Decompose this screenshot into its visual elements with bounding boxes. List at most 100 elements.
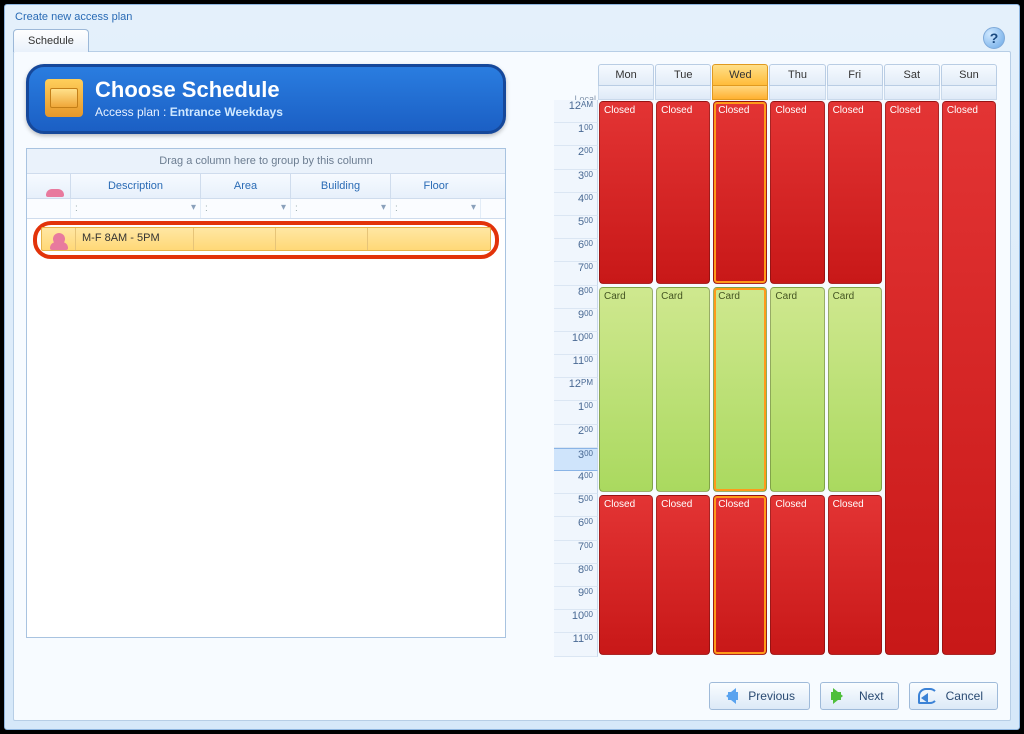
arrow-left-icon [718, 688, 740, 704]
segment-closed[interactable]: Closed [770, 101, 824, 284]
time-row: 400 [554, 193, 598, 216]
day-subheader [941, 86, 997, 100]
segment-card[interactable]: Card [713, 287, 767, 493]
day-column-tue[interactable]: ClosedCardClosed [655, 100, 711, 657]
calendar: Local MonTueWedThuFriSatSun 12AM10020030… [554, 64, 998, 657]
time-row: 12PM [554, 378, 598, 401]
time-row: 500 [554, 216, 598, 239]
segment-closed[interactable]: Closed [942, 101, 996, 655]
day-column-fri[interactable]: ClosedCardClosed [827, 100, 883, 657]
col-building[interactable]: Building [291, 174, 391, 198]
segment-closed[interactable]: Closed [885, 101, 939, 655]
col-area[interactable]: Area [201, 174, 291, 198]
day-subheader [884, 86, 940, 100]
calendar-day-header: MonTueWedThuFriSatSun [598, 64, 998, 86]
person-icon [53, 233, 65, 245]
filter-floor[interactable]: :▾ [391, 199, 481, 218]
row-icon [42, 228, 76, 250]
day-subheader [769, 86, 825, 100]
day-header-sun[interactable]: Sun [941, 64, 997, 86]
page-title: Choose Schedule [95, 77, 283, 103]
header-pill: Choose Schedule Access plan : Entrance W… [26, 64, 506, 134]
segment-closed[interactable]: Closed [656, 101, 710, 284]
day-subheader [655, 86, 711, 100]
col-floor[interactable]: Floor [391, 174, 481, 198]
arrow-right-icon [829, 688, 851, 704]
undo-icon [918, 688, 938, 704]
right-pane: Local MonTueWedThuFriSatSun 12AM10020030… [554, 64, 998, 710]
day-column-wed[interactable]: ClosedCardClosed [712, 100, 768, 657]
header-text: Choose Schedule Access plan : Entrance W… [95, 77, 283, 119]
time-row: 300 [554, 448, 598, 471]
day-header-thu[interactable]: Thu [769, 64, 825, 86]
time-row: 900 [554, 309, 598, 332]
wizard-buttons: Previous Next Cancel [709, 682, 998, 710]
window-title: Create new access plan [5, 5, 1019, 29]
day-header-tue[interactable]: Tue [655, 64, 711, 86]
row-description: M-F 8AM - 5PM [76, 228, 194, 250]
dialog-window: Create new access plan Schedule ? Choose… [4, 4, 1020, 730]
segment-closed[interactable]: Closed [828, 495, 882, 654]
segment-closed[interactable]: Closed [656, 495, 710, 654]
previous-button[interactable]: Previous [709, 682, 810, 710]
filter-icon[interactable] [27, 199, 71, 218]
help-icon[interactable]: ? [983, 27, 1005, 49]
time-row: 600 [554, 239, 598, 262]
day-subheader [598, 86, 654, 100]
table-row[interactable]: M-F 8AM - 5PM [41, 227, 491, 251]
time-row: 900 [554, 587, 598, 610]
day-column-sat[interactable]: Closed [884, 100, 940, 657]
time-row: 400 [554, 471, 598, 494]
selection-highlight: M-F 8AM - 5PM [33, 221, 499, 259]
day-column-sun[interactable]: Closed [941, 100, 997, 657]
segment-closed[interactable]: Closed [770, 495, 824, 654]
segment-closed[interactable]: Closed [599, 101, 653, 284]
day-header-sat[interactable]: Sat [884, 64, 940, 86]
filter-area[interactable]: :▾ [201, 199, 291, 218]
group-by-hint[interactable]: Drag a column here to group by this colu… [27, 149, 505, 174]
filter-funnel-icon[interactable]: ▾ [191, 202, 196, 213]
day-columns: ClosedCardClosedClosedCardClosedClosedCa… [598, 100, 998, 657]
time-row: 100 [554, 401, 598, 424]
time-row: 1100 [554, 633, 598, 656]
filter-description[interactable]: :▾ [71, 199, 201, 218]
segment-card[interactable]: Card [770, 287, 824, 493]
segment-closed[interactable]: Closed [599, 495, 653, 654]
content-panel: Choose Schedule Access plan : Entrance W… [13, 51, 1011, 721]
grid-header: Description Area Building Floor [27, 174, 505, 199]
segment-card[interactable]: Card [656, 287, 710, 493]
segment-card[interactable]: Card [599, 287, 653, 493]
row-building [276, 228, 368, 250]
time-row: 12AM [554, 100, 598, 123]
time-row: 800 [554, 564, 598, 587]
day-column-thu[interactable]: ClosedCardClosed [769, 100, 825, 657]
col-description[interactable]: Description [71, 174, 201, 198]
time-row: 800 [554, 286, 598, 309]
filter-funnel-icon[interactable]: ▾ [471, 202, 476, 213]
filter-funnel-icon[interactable]: ▾ [381, 202, 386, 213]
filter-funnel-icon[interactable]: ▾ [281, 202, 286, 213]
time-row: 200 [554, 425, 598, 448]
next-button[interactable]: Next [820, 682, 899, 710]
folder-icon [45, 79, 83, 117]
time-row: 700 [554, 262, 598, 285]
segment-closed[interactable]: Closed [713, 101, 767, 284]
time-row: 1000 [554, 610, 598, 633]
day-header-fri[interactable]: Fri [827, 64, 883, 86]
day-subheader [827, 86, 883, 100]
day-column-mon[interactable]: ClosedCardClosed [598, 100, 654, 657]
time-row: 600 [554, 517, 598, 540]
col-icon[interactable] [27, 174, 71, 198]
filter-building[interactable]: :▾ [291, 199, 391, 218]
day-header-mon[interactable]: Mon [598, 64, 654, 86]
calendar-day-subheader [598, 86, 998, 100]
cancel-button[interactable]: Cancel [909, 682, 998, 710]
time-row: 1100 [554, 355, 598, 378]
time-row: 300 [554, 170, 598, 193]
segment-card[interactable]: Card [828, 287, 882, 493]
tab-schedule[interactable]: Schedule [13, 29, 89, 52]
segment-closed[interactable]: Closed [713, 495, 767, 654]
day-subheader [712, 86, 768, 100]
day-header-wed[interactable]: Wed [712, 64, 768, 86]
segment-closed[interactable]: Closed [828, 101, 882, 284]
